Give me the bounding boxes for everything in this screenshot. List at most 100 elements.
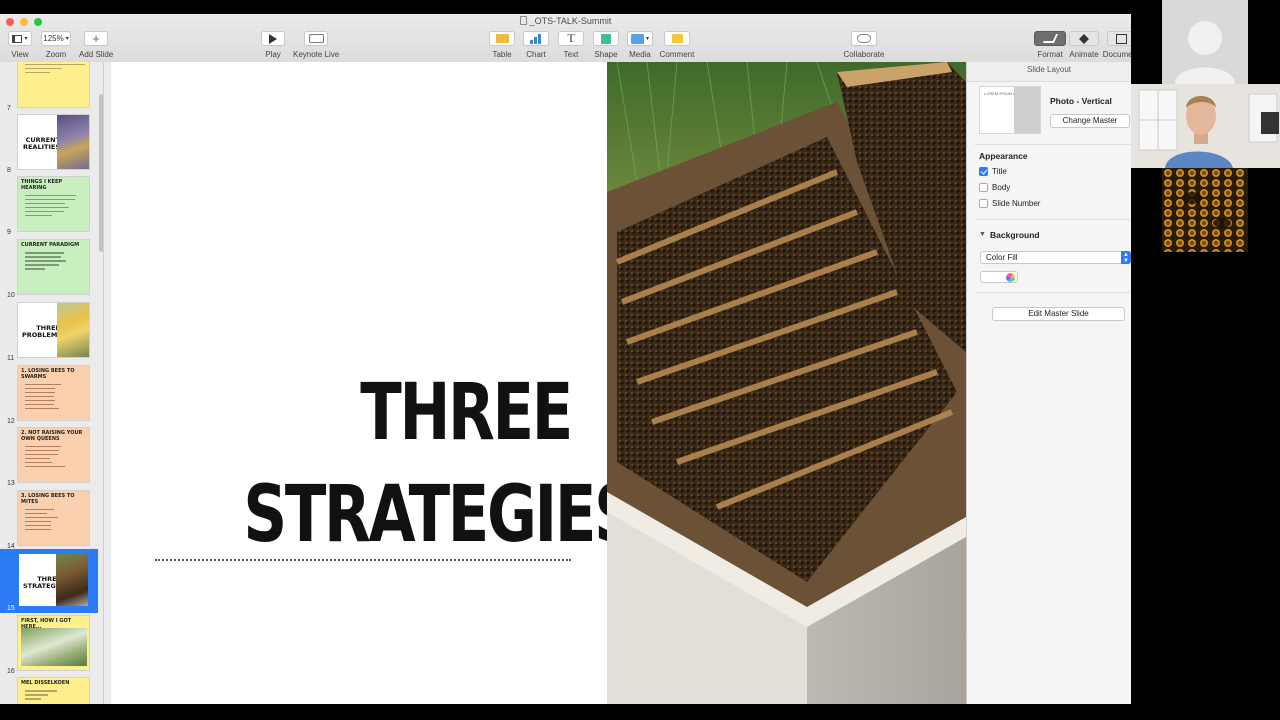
slide-thumbnail[interactable]: THREE PROBLEMS [17,302,90,358]
thumbnail-bullet [25,516,58,518]
slide-number: 11 [7,355,15,362]
zoom-select[interactable]: 125% ▾ Zoom [41,31,71,59]
slide-canvas[interactable]: THREE STRATEGIES [104,62,966,704]
keynote-window: _OTS-TALK-Summit ▾ View 125% ▾ Zoom + Add… [0,14,1131,704]
slide-thumbnail[interactable]: CURRENT PARADIGM [17,239,90,295]
thumbnail-bullet [25,457,50,459]
slide-thumbnail[interactable]: THREE STRATEGIES [17,552,90,608]
collaborate-button[interactable]: Collaborate [841,31,887,59]
color-wheel-icon[interactable] [1006,273,1015,282]
title-checkbox[interactable] [979,167,988,176]
thumbnail-bullet [25,387,56,389]
comment-icon [671,34,683,43]
fill-type-select[interactable]: Color Fill ▲ ▼ [980,251,1131,264]
thumbnail-bullet [25,690,57,692]
slide-thumbnail[interactable]: FIRST, HOW I GOT HERE... [17,615,90,671]
slide-thumbnail-row[interactable]: 16 FIRST, HOW I GOT HERE... [0,615,98,675]
body-checkbox-label: Body [992,183,1011,192]
play-label: Play [265,50,281,59]
background-heading: Background [990,230,1040,240]
divider [975,292,1131,293]
chart-icon [530,33,542,44]
background-color-well[interactable] [980,271,1018,283]
beehive-photo[interactable] [607,62,966,704]
slide-navigator[interactable]: 7 8 CURRENT REALITIES 9 THINGS I KEEP HEARIN… [0,62,104,704]
text-button[interactable]: T Text [557,31,585,59]
comment-button[interactable]: Comment [659,31,695,59]
thumbnail-bullet [25,449,60,451]
slide-thumbnail-row[interactable]: 12 1. LOSING BEES TO SWARMS [0,365,98,425]
add-slide-button[interactable]: + Add Slide [79,31,113,59]
chart-button[interactable]: Chart [522,31,550,59]
thumbnail-bullet [25,453,58,455]
thumbnail-bullet [25,520,51,522]
thumbnail-bullet [25,407,60,409]
fill-type-value: Color Fill [986,253,1018,262]
thumbnail-bullet [25,445,61,447]
thumbnail-bullet [25,202,65,204]
slide-number-checkbox[interactable] [979,199,988,208]
thumbnail-photo [57,303,89,357]
slide-thumbnail-row[interactable]: 13 2. NOT RAISING YOUR OWN QUEENS [0,427,98,487]
slide-thumbnail[interactable]: 1. LOSING BEES TO SWARMS [17,365,90,421]
slide-number: 12 [7,418,15,425]
slide-thumbnail[interactable] [17,62,90,108]
slide-thumbnail[interactable]: THINGS I KEEP HEARING [17,176,90,232]
slide-thumbnail-row[interactable]: 8 CURRENT REALITIES [0,114,98,174]
thumbnail-bullet [25,399,56,401]
slide-thumbnail-row[interactable]: 9 THINGS I KEEP HEARING [0,176,98,236]
change-master-button[interactable]: Change Master [1050,114,1130,128]
user-avatar-icon [1175,21,1235,84]
slide-thumbnail-row[interactable]: MEL DISSELKOEN [0,677,98,704]
table-button[interactable]: Table [488,31,516,59]
thumbnail-bullet [25,210,64,212]
slide-thumbnail[interactable]: CURRENT REALITIES [17,114,90,170]
slide-number: 8 [7,167,11,174]
thumbnail-bullet [25,512,47,514]
thumbnail-bullet [25,383,61,385]
view-button[interactable]: ▾ View [7,31,33,59]
edit-master-slide-button[interactable]: Edit Master Slide [992,307,1125,321]
master-thumbnail-image [1014,87,1040,133]
media-button[interactable]: ▾ Media [626,31,654,59]
document-button[interactable]: Document [1102,31,1131,59]
thumbnail-photo [56,554,88,606]
slide-number: 13 [7,480,15,487]
title-underline [155,559,571,561]
shape-button[interactable]: Shape [592,31,620,59]
master-thumbnail[interactable]: LOREM IPSUM DOLOR [979,86,1041,134]
thumbnail-title: 1. LOSING BEES TO SWARMS [21,368,75,380]
body-checkbox[interactable] [979,183,988,192]
animate-button[interactable]: Animate [1068,31,1100,59]
slide-thumbnail-row[interactable]: 7 [0,62,98,112]
slide-thumbnail[interactable]: 2. NOT RAISING YOUR OWN QUEENS [17,427,90,483]
slide-thumbnail[interactable]: 3. LOSING BEES TO MITES [17,490,90,546]
play-button[interactable]: Play [259,31,287,59]
slide-thumbnail-row[interactable]: 10 CURRENT PARADIGM [0,239,98,299]
thumbnail-title: THREE PROBLEMS [22,324,62,339]
slide-thumbnail[interactable]: MEL DISSELKOEN [17,677,90,704]
body-checkbox-row[interactable]: Body [979,183,1010,192]
slide[interactable]: THREE STRATEGIES [111,62,966,704]
slide-thumbnail-row[interactable]: 15 THREE STRATEGIES [0,552,98,612]
title-checkbox-row[interactable]: Title [979,167,1007,176]
format-button[interactable]: Format [1033,31,1067,59]
slide-number: 16 [7,668,15,675]
divider [975,144,1131,145]
participant-video-speaker [1131,84,1280,168]
media-label: Media [629,50,651,59]
slide-title[interactable]: THREE STRATEGIES [243,362,637,566]
slide-thumbnail-row[interactable]: 14 3. LOSING BEES TO MITES [0,490,98,550]
thumbnail-bullet [25,694,49,696]
background-disclosure-icon[interactable]: ▼ [979,231,986,238]
document-panel-icon [1115,33,1127,44]
slide-number: 15 [7,605,15,612]
slide-title-line-2: STRATEGIES [243,470,637,560]
slide-number-checkbox-label: Slide Number [992,199,1041,208]
keynote-live-button[interactable]: Keynote Live [293,31,339,59]
slide-number-checkbox-row[interactable]: Slide Number [979,199,1040,208]
thumbnail-title: MEL DISSELKOEN [21,680,70,686]
slide-thumbnail-row[interactable]: 11 THREE PROBLEMS [0,302,98,362]
thumbnail-title: CURRENT PARADIGM [21,242,80,248]
view-label: View [11,50,29,59]
